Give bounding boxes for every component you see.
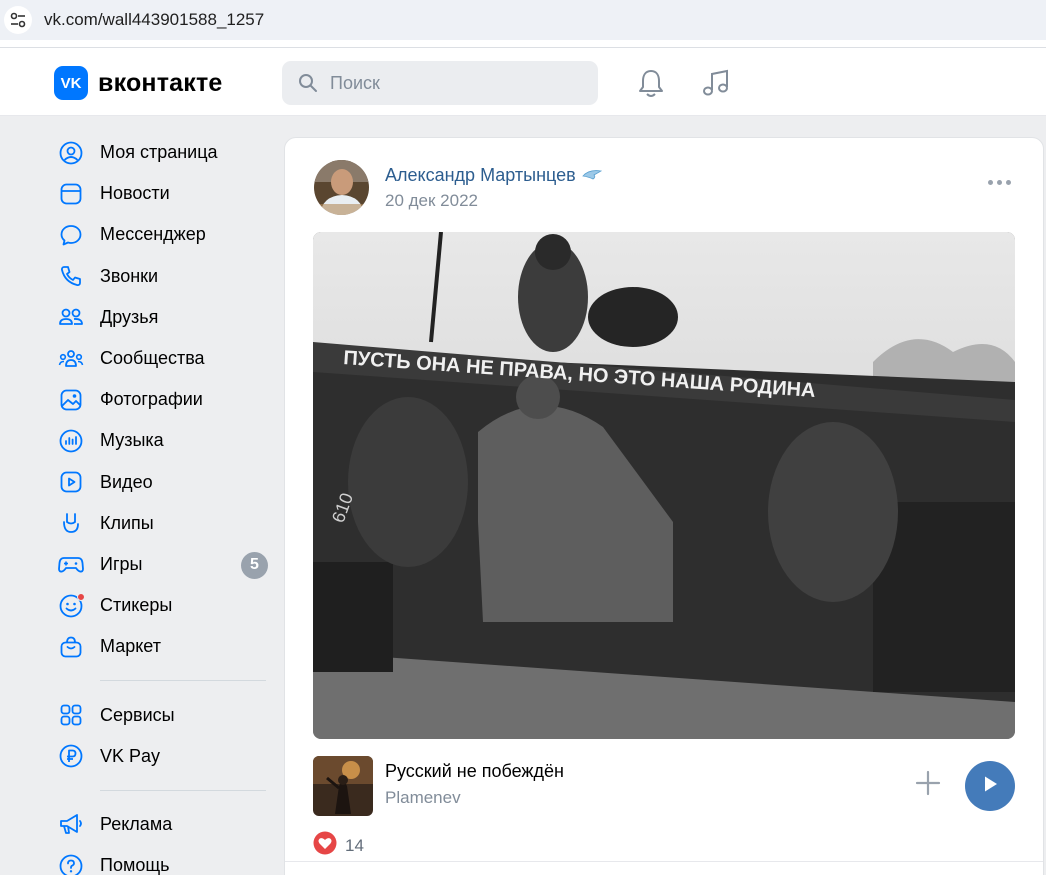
sidebar-item-clips[interactable]: Клипы	[48, 503, 278, 544]
sidebar-item-label: Стикеры	[100, 595, 173, 616]
friends-icon	[58, 304, 84, 330]
audio-artist[interactable]: Plamenev	[385, 788, 461, 808]
post-photo[interactable]: ПУСТЬ ОНА НЕ ПРАВА, НО ЭТО НАША РОДИНА 6…	[313, 232, 1015, 739]
sidebar-item-label: Моя страница	[100, 142, 218, 163]
sidebar-item-ads[interactable]: Реклама	[48, 804, 278, 845]
wall-post: Александр Мартынцев 20 дек 2022 ПУСТЬ ОН…	[284, 137, 1044, 875]
site-header: VK вконтакте	[0, 48, 1046, 116]
sidebar-item-communities[interactable]: Сообщества	[48, 338, 278, 379]
sidebar-item-messenger[interactable]: Мессенджер	[48, 214, 278, 255]
sidebar-item-label: Игры	[100, 553, 143, 574]
post-footer-divider	[285, 861, 1043, 862]
sidebar-item-market[interactable]: Маркет	[48, 626, 278, 667]
status-emoji-icon	[581, 165, 602, 186]
vk-logo[interactable]: VK вконтакте	[54, 66, 223, 100]
add-audio-button[interactable]	[913, 770, 943, 800]
sidebar-divider	[100, 680, 266, 682]
games-count-badge: 5	[241, 551, 268, 579]
sidebar-item-help[interactable]: Помощь	[48, 845, 278, 875]
tune-icon[interactable]	[4, 6, 32, 34]
search-icon	[298, 73, 318, 98]
gamepad-icon	[58, 551, 84, 577]
left-sidebar: Моя страница Новости Мессенджер Звонки Д…	[48, 132, 278, 875]
sidebar-item-label: Реклама	[100, 813, 173, 834]
sidebar-item-label: Сервисы	[100, 704, 175, 725]
like-button[interactable]: 14	[313, 831, 364, 860]
more-options-icon[interactable]	[988, 180, 1011, 185]
sidebar-item-label: Новости	[100, 183, 170, 204]
user-circle-icon	[58, 140, 84, 166]
search-box[interactable]	[282, 61, 598, 105]
vk-logo-text: вконтакте	[98, 68, 223, 97]
ruble-icon	[58, 743, 84, 769]
sidebar-item-calls[interactable]: Звонки	[48, 256, 278, 297]
sidebar-item-friends[interactable]: Друзья	[48, 297, 278, 338]
news-icon	[58, 181, 84, 207]
sidebar-item-label: Звонки	[100, 265, 159, 286]
sidebar-item-stickers[interactable]: Стикеры	[48, 585, 278, 626]
sidebar-item-vk-pay[interactable]: VK Pay	[48, 736, 278, 777]
chat-bubble-icon	[58, 222, 84, 248]
megaphone-icon	[58, 811, 84, 837]
post-date[interactable]: 20 дек 2022	[385, 191, 478, 211]
play-icon	[980, 774, 1000, 799]
bell-icon[interactable]	[636, 68, 666, 98]
sticker-icon	[58, 592, 85, 619]
sidebar-item-label: Друзья	[100, 306, 159, 327]
video-icon	[58, 469, 84, 495]
audio-cover	[313, 756, 373, 816]
communities-icon	[58, 346, 84, 372]
audio-title[interactable]: Русский не побеждён	[385, 761, 564, 782]
sidebar-item-my-page[interactable]: Моя страница	[48, 132, 278, 173]
market-bag-icon	[58, 634, 84, 660]
photo-icon	[58, 387, 84, 413]
sidebar-item-label: Фотографии	[100, 389, 203, 410]
sidebar-item-news[interactable]: Новости	[48, 173, 278, 214]
grid-icon	[58, 702, 84, 728]
sidebar-item-video[interactable]: Видео	[48, 462, 278, 503]
sidebar-item-label: Сообщества	[100, 348, 205, 369]
sidebar-divider	[100, 789, 266, 791]
search-input[interactable]	[330, 61, 590, 105]
sidebar-item-label: Клипы	[100, 512, 154, 533]
audio-attachment[interactable]: Русский не побеждён Plamenev	[313, 756, 1015, 816]
like-count: 14	[345, 835, 364, 855]
post-author[interactable]: Александр Мартынцев	[385, 165, 602, 186]
clips-icon	[58, 510, 84, 536]
sidebar-item-label: Маркет	[100, 636, 161, 657]
author-name[interactable]: Александр Мартынцев	[385, 165, 576, 186]
notification-dot	[77, 592, 85, 601]
sidebar-item-label: Видео	[100, 471, 153, 492]
sidebar-item-label: Мессенджер	[100, 224, 206, 245]
phone-icon	[58, 263, 84, 289]
browser-address-bar: vk.com/wall443901588_1257	[0, 0, 1046, 48]
play-audio-button[interactable]	[965, 761, 1015, 811]
sidebar-item-games[interactable]: Игры 5	[48, 544, 278, 585]
heart-icon	[313, 831, 337, 860]
sidebar-item-services[interactable]: Сервисы	[48, 694, 278, 735]
sidebar-item-label: Помощь	[100, 855, 170, 875]
sidebar-item-label: VK Pay	[100, 745, 161, 766]
avatar[interactable]	[314, 160, 369, 215]
plus-icon	[915, 770, 941, 801]
music-icon	[58, 428, 84, 454]
sidebar-item-label: Музыка	[100, 430, 164, 451]
sidebar-item-photos[interactable]: Фотографии	[48, 379, 278, 420]
url-text[interactable]: vk.com/wall443901588_1257	[44, 10, 264, 30]
vk-logo-mark: VK	[54, 66, 88, 100]
help-icon	[58, 853, 84, 875]
sidebar-item-music[interactable]: Музыка	[48, 420, 278, 461]
music-note-icon[interactable]	[701, 68, 731, 98]
